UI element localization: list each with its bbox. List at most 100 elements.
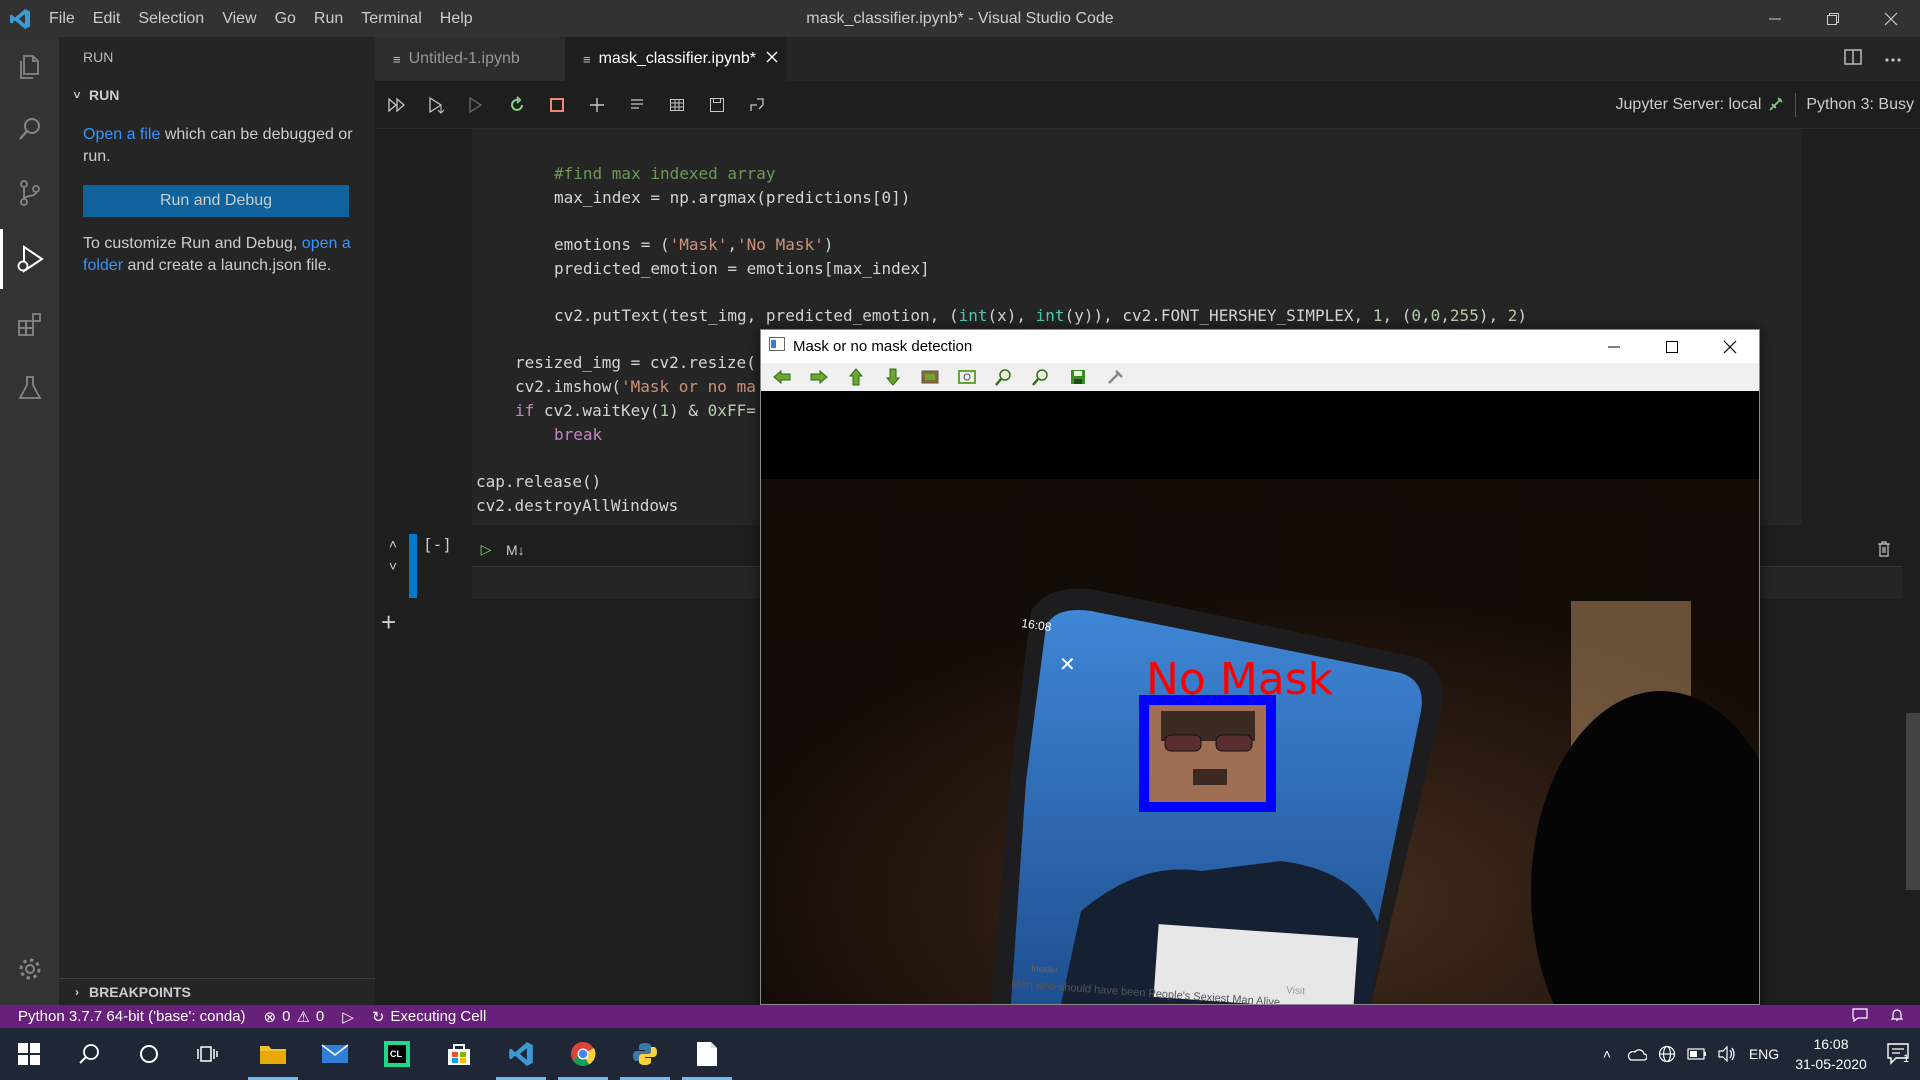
close-button[interactable]	[1862, 0, 1920, 37]
clion-icon[interactable]: CL	[368, 1028, 426, 1080]
run-debug-icon[interactable]	[0, 229, 59, 289]
more-actions-icon[interactable]	[1884, 50, 1902, 68]
customize-hint-prefix: To customize Run and Debug,	[83, 235, 302, 252]
volume-icon[interactable]	[1712, 1046, 1742, 1062]
menu-go[interactable]: Go	[266, 10, 305, 28]
run-and-debug-button[interactable]: Run and Debug	[83, 185, 349, 217]
add-cell-plus-icon[interactable]: +	[381, 607, 396, 638]
editor-actions	[1844, 37, 1902, 81]
editor-scrollbar[interactable]	[1906, 713, 1920, 890]
run-all-icon[interactable]	[385, 93, 409, 117]
move-cell-down-icon[interactable]: ˅	[383, 555, 403, 577]
cortana-icon[interactable]	[120, 1028, 178, 1080]
chrome-icon[interactable]	[554, 1028, 612, 1080]
opencv-title-bar[interactable]: Mask or no mask detection	[761, 330, 1759, 363]
python-icon[interactable]	[616, 1028, 674, 1080]
gear-icon[interactable]	[0, 939, 59, 999]
editor-tabs: ≡ Untitled-1.ipynb ≡ mask_classifier.ipy…	[375, 37, 1920, 81]
run-below-icon[interactable]	[465, 93, 489, 117]
restart-kernel-icon[interactable]	[505, 93, 529, 117]
vscode-taskbar-icon[interactable]	[492, 1028, 550, 1080]
problems-indicator[interactable]: ⊗ 0 ⚠ 0	[264, 1008, 325, 1026]
zoom-out-icon[interactable]	[1028, 366, 1054, 388]
menu-terminal[interactable]: Terminal	[352, 10, 430, 28]
chevron-up-icon[interactable]: ˄	[1592, 1046, 1622, 1062]
notifications-bell-icon[interactable]	[1890, 1008, 1904, 1026]
run-cell-icon[interactable]: ▷	[472, 541, 500, 558]
code-line: #find max indexed array	[554, 164, 776, 183]
opencv-window-controls	[1585, 330, 1759, 363]
maximize-button[interactable]	[1643, 330, 1701, 363]
pan-left-icon[interactable]	[769, 366, 795, 388]
mail-icon[interactable]	[306, 1028, 364, 1080]
variables-icon[interactable]	[665, 93, 689, 117]
code-token: , (	[1382, 306, 1412, 325]
pan-right-icon[interactable]	[806, 366, 832, 388]
explorer-icon[interactable]	[0, 37, 59, 97]
minimize-button[interactable]	[1746, 0, 1804, 37]
code-line: max_index = np.argmax(predictions[0])	[554, 188, 911, 207]
interrupt-kernel-icon[interactable]	[545, 93, 569, 117]
minimize-button[interactable]	[1585, 330, 1643, 363]
input-language[interactable]: ENG	[1742, 1046, 1786, 1062]
opencv-toolbar	[761, 363, 1759, 391]
open-file-hint: Open a file which can be debugged or run…	[83, 124, 363, 168]
code-number: 0	[1411, 306, 1421, 325]
extensions-icon[interactable]	[0, 295, 59, 355]
battery-icon[interactable]	[1682, 1048, 1712, 1060]
onedrive-icon[interactable]	[1622, 1047, 1652, 1061]
file-explorer-icon[interactable]	[244, 1028, 302, 1080]
breakpoints-section-header[interactable]: › BREAKPOINTS	[59, 978, 375, 1004]
run-above-icon[interactable]	[425, 93, 449, 117]
tab-untitled[interactable]: ≡ Untitled-1.ipynb	[375, 37, 565, 81]
split-editor-icon[interactable]	[1844, 48, 1862, 70]
add-cell-icon[interactable]	[585, 93, 609, 117]
open-file-link[interactable]: Open a file	[83, 126, 160, 143]
clock[interactable]: 16:08 31-05-2020	[1786, 1034, 1876, 1074]
menu-edit[interactable]: Edit	[84, 10, 130, 28]
menu-run[interactable]: Run	[305, 10, 352, 28]
save-icon[interactable]	[705, 93, 729, 117]
clear-outputs-icon[interactable]	[625, 93, 649, 117]
menu-help[interactable]: Help	[431, 10, 482, 28]
microsoft-store-icon[interactable]	[430, 1028, 488, 1080]
zoom-fit-icon[interactable]	[954, 366, 980, 388]
code-token: )	[1517, 306, 1528, 325]
markdown-label[interactable]: M↓	[506, 542, 525, 558]
menu-view[interactable]: View	[213, 10, 265, 28]
code-line: emotions = ('Mask','No Mask')	[554, 235, 833, 254]
save-image-icon[interactable]	[1065, 366, 1091, 388]
pan-up-icon[interactable]	[843, 366, 869, 388]
pan-down-icon[interactable]	[880, 366, 906, 388]
zoom-in-icon[interactable]	[991, 366, 1017, 388]
restore-button[interactable]	[1804, 0, 1862, 37]
run-section-header[interactable]: ˅ RUN	[59, 83, 375, 107]
action-center-icon[interactable]: 1	[1876, 1043, 1920, 1065]
search-icon[interactable]	[60, 1028, 118, 1080]
windows-start-icon[interactable]	[0, 1028, 58, 1080]
svg-text:CL: CL	[390, 1049, 402, 1059]
delete-cell-icon[interactable]	[1877, 541, 1891, 562]
menu-file[interactable]: File	[40, 10, 84, 28]
python-interpreter[interactable]: Python 3.7.7 64-bit ('base': conda)	[18, 1008, 246, 1025]
code-token: cv2.putText(test_img, predicted_emotion,…	[554, 306, 959, 325]
run-status-icon[interactable]: ▷	[342, 1008, 354, 1026]
source-control-icon[interactable]	[0, 163, 59, 223]
feedback-icon[interactable]	[1852, 1007, 1868, 1026]
document-icon[interactable]	[678, 1028, 736, 1080]
menu-selection[interactable]: Selection	[129, 10, 213, 28]
kernel-status[interactable]: Python 3: Busy	[1806, 96, 1914, 114]
search-icon[interactable]	[0, 99, 59, 159]
jupyter-server-status[interactable]: Jupyter Server: local	[1616, 96, 1762, 114]
testing-flask-icon[interactable]	[0, 358, 59, 418]
close-button[interactable]	[1701, 330, 1759, 363]
network-globe-icon[interactable]	[1652, 1045, 1682, 1063]
task-view-icon[interactable]	[180, 1028, 238, 1080]
zoom-original-icon[interactable]	[917, 366, 943, 388]
move-cell-up-icon[interactable]: ˄	[383, 533, 403, 555]
code-number: 255	[1449, 306, 1479, 325]
close-tab-icon[interactable]	[766, 50, 778, 68]
tab-mask-classifier[interactable]: ≡ mask_classifier.ipynb*	[565, 37, 787, 81]
properties-icon[interactable]	[1102, 366, 1128, 388]
export-icon[interactable]	[745, 93, 769, 117]
